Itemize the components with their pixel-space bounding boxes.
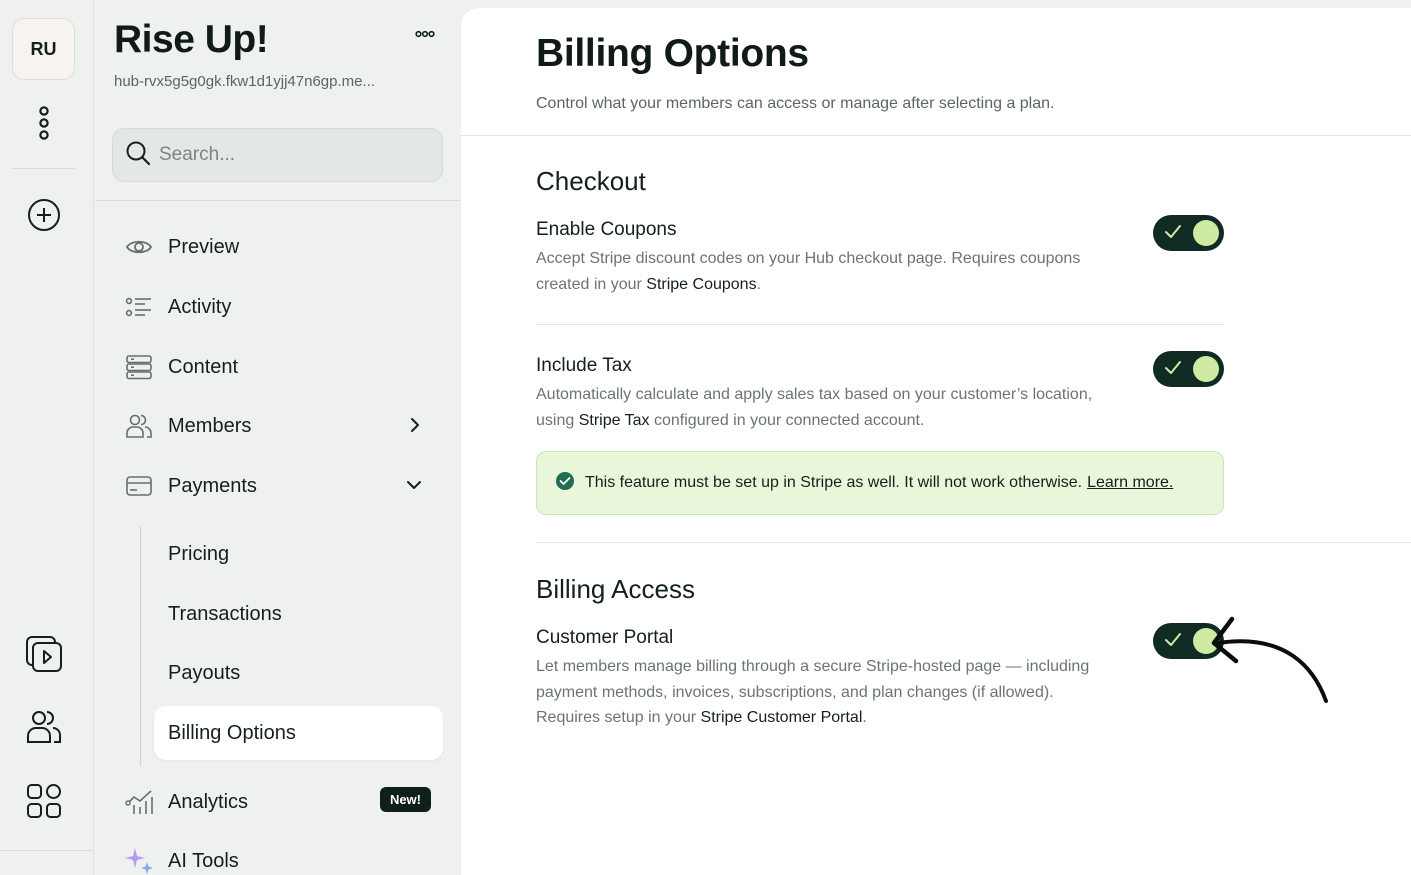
sidebar-divider xyxy=(95,200,461,201)
check-icon xyxy=(1164,360,1182,381)
desc-text: . xyxy=(756,275,762,293)
activity-list-icon xyxy=(125,296,155,318)
option-desc-customer-portal: Let members manage billing through a sec… xyxy=(536,654,1111,731)
sidebar-subitem-payouts[interactable]: Payouts xyxy=(154,646,443,700)
sidebar-item-label: Activity xyxy=(168,295,232,318)
more-vertical-icon[interactable] xyxy=(32,104,56,142)
search-input[interactable]: Search... xyxy=(159,144,235,166)
page-subtitle: Control what your members can access or … xyxy=(536,95,1055,112)
stripe-customer-portal-link[interactable]: Stripe Customer Portal xyxy=(701,709,863,726)
search-box[interactable]: Search... xyxy=(112,128,443,182)
sidebar-item-label: Members xyxy=(168,414,252,437)
search-icon xyxy=(125,140,151,171)
notice-message: This feature must be set up in Stripe as… xyxy=(585,474,1083,491)
hub-title: Rise Up! xyxy=(114,18,269,61)
option-title-include-tax: Include Tax xyxy=(536,355,632,376)
chevron-down-icon xyxy=(405,478,423,496)
sidebar-subitem-billing-options[interactable]: Billing Options xyxy=(154,706,443,760)
sidebar-item-activity[interactable]: Activity xyxy=(125,287,435,327)
check-icon xyxy=(1164,224,1182,245)
section-title-checkout: Checkout xyxy=(536,166,646,196)
section-title-billing-access: Billing Access xyxy=(536,574,695,604)
hub-url[interactable]: hub-rvx5g5g0gk.fkw1d1yjj47n6gp.me... xyxy=(114,73,375,90)
sidebar-item-ai-tools[interactable]: AI Tools xyxy=(125,841,435,875)
toggle-knob xyxy=(1193,356,1219,382)
desc-text: configured in your connected account. xyxy=(649,411,925,429)
eye-icon xyxy=(125,237,155,257)
sidebar-item-label: Content xyxy=(168,355,239,378)
option-title-enable-coupons: Enable Coupons xyxy=(536,219,677,240)
analytics-chart-icon xyxy=(125,789,155,815)
include-tax-toggle[interactable] xyxy=(1153,351,1224,387)
desc-text: . xyxy=(862,709,867,726)
enable-coupons-toggle[interactable] xyxy=(1153,215,1224,251)
option-desc-include-tax: Automatically calculate and apply sales … xyxy=(536,382,1111,433)
credit-card-icon xyxy=(125,475,155,497)
sidebar-item-label: Payments xyxy=(168,474,257,497)
notice-text: This feature must be set up in Stripe as… xyxy=(585,474,1173,492)
rail-divider-bottom xyxy=(0,850,94,851)
app-rail: RU xyxy=(0,0,94,875)
section-divider xyxy=(536,542,1411,543)
check-icon xyxy=(1164,632,1182,653)
users-icon[interactable] xyxy=(25,708,63,746)
members-icon xyxy=(125,413,155,439)
annotation-arrow-icon xyxy=(1211,616,1328,703)
content-stack-icon xyxy=(125,354,155,380)
stripe-setup-notice: This feature must be set up in Stripe as… xyxy=(536,451,1224,515)
sidebar-item-members[interactable]: Members xyxy=(125,406,435,446)
stripe-coupons-link[interactable]: Stripe Coupons xyxy=(646,276,756,293)
new-badge: New! xyxy=(379,787,431,812)
sparkles-icon xyxy=(125,846,155,875)
sidebar: Rise Up! hub-rvx5g5g0gk.fkw1d1yjj47n6gp.… xyxy=(95,0,461,875)
apps-grid-icon[interactable] xyxy=(25,782,63,820)
more-horizontal-icon[interactable] xyxy=(415,26,435,44)
avatar-initials: RU xyxy=(30,38,57,59)
option-desc-enable-coupons: Accept Stripe discount codes on your Hub… xyxy=(536,246,1106,297)
page-title: Billing Options xyxy=(536,32,809,75)
toggle-knob xyxy=(1193,220,1219,246)
main-panel: Billing Options Control what your member… xyxy=(461,8,1411,875)
option-title-customer-portal: Customer Portal xyxy=(536,627,674,648)
sidebar-item-preview[interactable]: Preview xyxy=(125,227,435,267)
sidebar-item-label: AI Tools xyxy=(168,849,239,872)
divider xyxy=(536,324,1224,325)
sidebar-subitem-pricing[interactable]: Pricing xyxy=(154,527,443,581)
chevron-right-icon xyxy=(409,416,421,439)
rail-divider xyxy=(12,168,75,169)
video-library-icon[interactable] xyxy=(24,634,64,674)
sidebar-item-payments[interactable]: Payments xyxy=(125,466,435,506)
sidebar-item-content[interactable]: Content xyxy=(125,347,435,387)
sidebar-subitem-transactions[interactable]: Transactions xyxy=(154,587,443,641)
hub-avatar[interactable]: RU xyxy=(12,18,75,80)
submenu-guide-line xyxy=(140,526,141,766)
stripe-tax-link[interactable]: Stripe Tax xyxy=(579,412,650,429)
sidebar-item-analytics[interactable]: Analytics New! xyxy=(125,782,435,822)
page-header: Billing Options Control what your member… xyxy=(461,8,1411,136)
learn-more-link[interactable]: Learn more. xyxy=(1087,474,1173,491)
check-circle-icon xyxy=(555,471,575,496)
desc-text: Accept Stripe discount codes on your Hub… xyxy=(536,250,1081,293)
add-circle-icon[interactable] xyxy=(26,197,62,233)
sidebar-item-label: Analytics xyxy=(168,790,249,813)
sidebar-item-label: Preview xyxy=(168,235,240,258)
